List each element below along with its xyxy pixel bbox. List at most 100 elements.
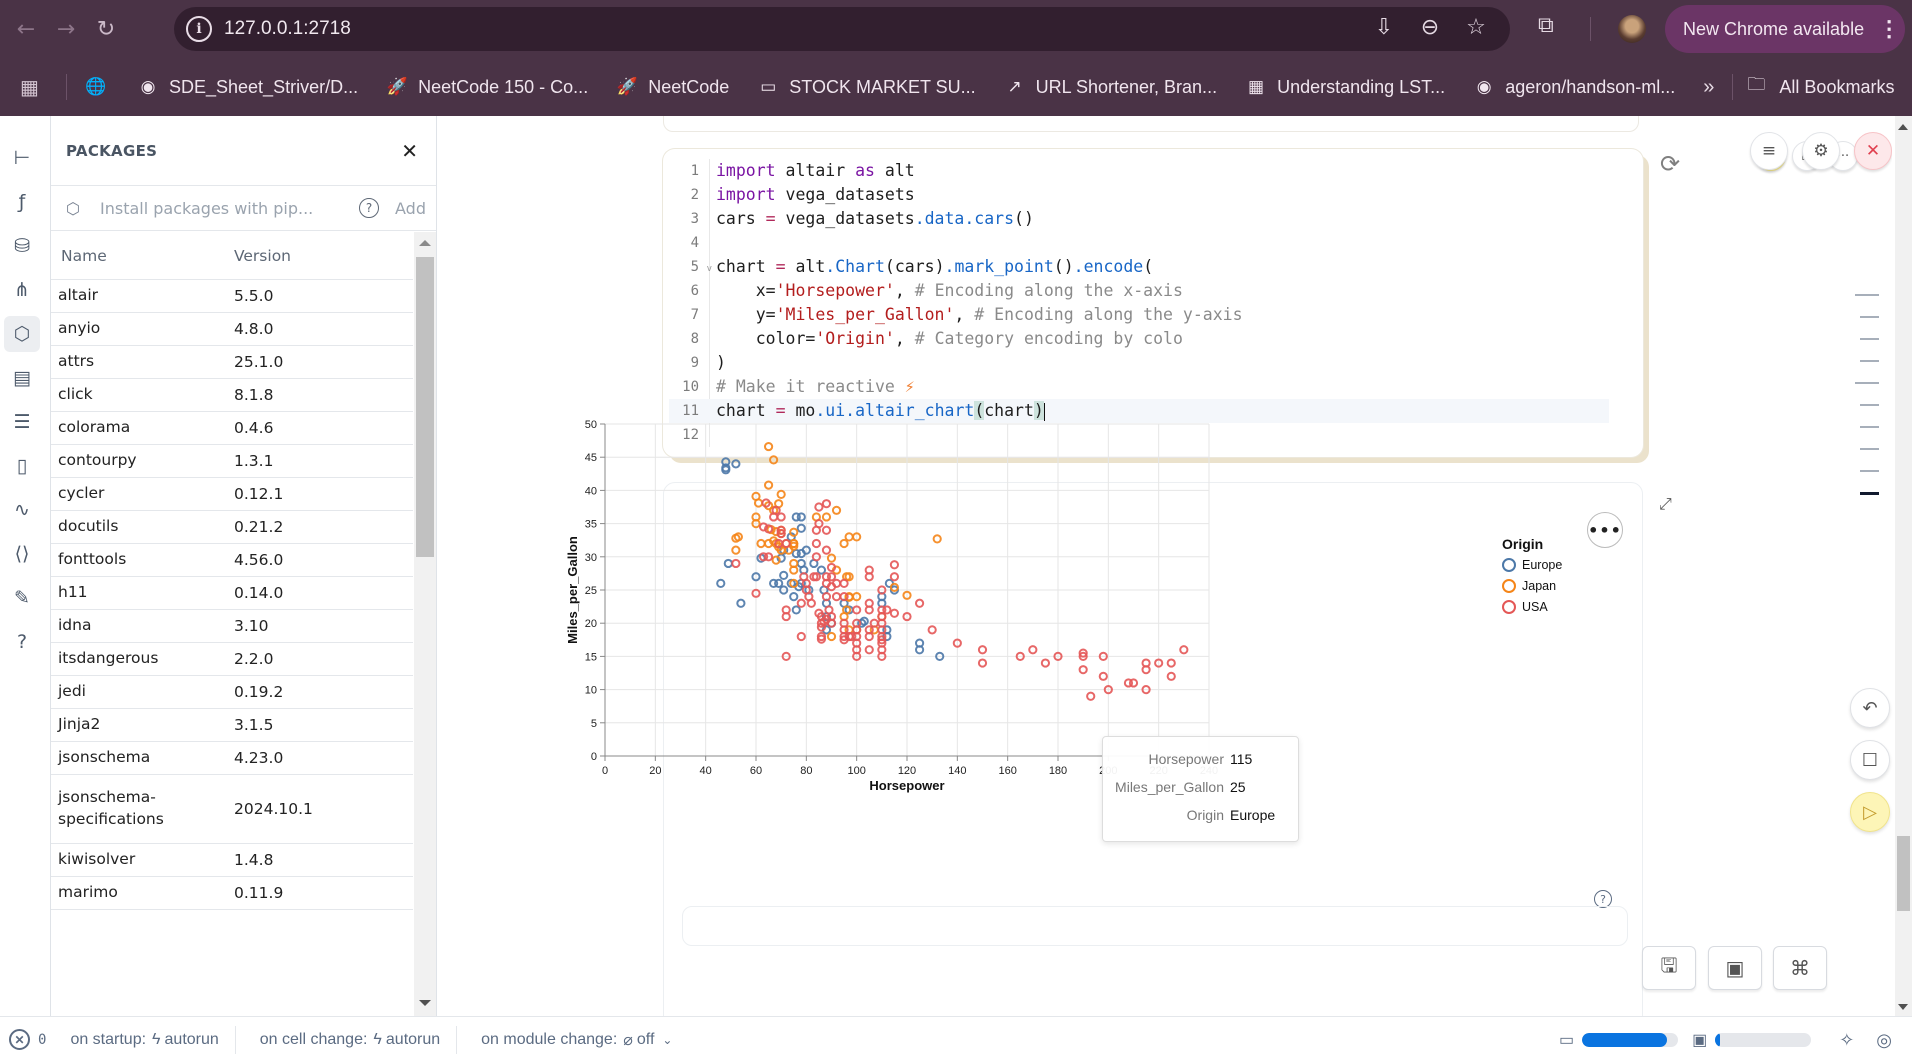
scroll-thumb[interactable]	[416, 257, 434, 557]
interrupt-button[interactable]: ☐	[1850, 740, 1890, 780]
data-point-usa[interactable]	[927, 625, 937, 635]
snippets-icon[interactable]: ⟨⟩	[4, 536, 40, 572]
data-point-japan[interactable]	[826, 631, 837, 642]
legend-item[interactable]: Europe	[1502, 554, 1562, 575]
data-point-europe[interactable]	[796, 512, 806, 522]
site-info-icon[interactable]: i	[186, 16, 212, 42]
data-point-usa[interactable]	[814, 502, 824, 512]
minimap-line[interactable]	[1860, 470, 1879, 472]
package-row[interactable]: contourpy 1.3.1	[51, 445, 413, 478]
data-point-europe[interactable]	[789, 592, 799, 602]
ai-sparkle-icon[interactable]: ✧	[1839, 1030, 1854, 1051]
package-row[interactable]: jsonschema 4.23.0	[51, 742, 413, 775]
data-point-usa[interactable]	[796, 598, 806, 608]
reload-button[interactable]: ↻	[86, 9, 126, 49]
minimap-line[interactable]	[1860, 316, 1879, 318]
data-point-usa[interactable]	[776, 512, 786, 522]
bookmark-item[interactable]: 🚀 NeetCode 150 - Co...	[386, 76, 589, 98]
activity-pulse-icon[interactable]: ∿	[4, 492, 40, 528]
package-row[interactable]: altair 5.5.0	[51, 280, 413, 313]
data-point-usa[interactable]	[977, 645, 988, 655]
all-bookmarks-button[interactable]: 🗀 All Bookmarks	[1747, 72, 1894, 102]
data-point-usa[interactable]	[731, 558, 741, 569]
data-point-usa[interactable]	[1179, 645, 1189, 655]
data-point-japan[interactable]	[844, 532, 854, 542]
address-bar[interactable]: i 127.0.0.1:2718 ⇩ ⊖ ☆	[174, 7, 1510, 51]
minimap-line[interactable]	[1860, 426, 1879, 428]
data-point-japan[interactable]	[731, 545, 741, 555]
data-point-usa[interactable]	[806, 598, 816, 608]
data-point-usa[interactable]	[882, 605, 892, 615]
url-text[interactable]: 127.0.0.1:2718	[224, 18, 351, 40]
data-point-usa[interactable]	[1166, 671, 1176, 681]
package-row[interactable]: docutils 0.21.2	[51, 511, 413, 544]
package-row[interactable]: h11 0.14.0	[51, 577, 413, 610]
menu-button[interactable]: ≡	[1750, 132, 1788, 170]
errors-indicator[interactable]: ✕ 0	[9, 1029, 46, 1050]
kebab-menu-icon[interactable]: ⋮	[1878, 16, 1900, 42]
next-cell[interactable]	[682, 906, 1628, 946]
bookmark-item[interactable]: ◉ SDE_Sheet_Striver/D...	[137, 76, 359, 98]
data-point-usa[interactable]	[864, 645, 874, 655]
data-point-europe[interactable]	[736, 598, 746, 608]
packages-scrollbar[interactable]	[414, 232, 436, 1016]
expand-output-icon[interactable]: ⤢	[1659, 494, 1672, 514]
shutdown-button[interactable]: ✕	[1854, 132, 1892, 170]
chart-actions-button[interactable]: •••	[1587, 512, 1623, 548]
package-row[interactable]: click 8.1.8	[51, 379, 413, 412]
column-header-version[interactable]: Version	[234, 247, 413, 265]
close-panel-icon[interactable]: ✕	[401, 139, 418, 163]
minimap-line[interactable]	[1860, 448, 1879, 450]
package-row[interactable]: fonttools 4.56.0	[51, 544, 413, 577]
settings-gear-icon[interactable]: ⚙	[1802, 132, 1840, 170]
bookmark-item[interactable]: 🚀 NeetCode	[616, 76, 730, 98]
data-point-usa[interactable]	[914, 598, 925, 608]
help-chat-icon[interactable]: ?	[4, 624, 40, 660]
data-point-europe[interactable]	[716, 578, 726, 588]
data-point-japan[interactable]	[932, 534, 942, 544]
scatter-chart[interactable]: 0204060801001201401601802002202400510152…	[437, 116, 1637, 1016]
data-point-japan[interactable]	[831, 505, 842, 515]
startup-setting[interactable]: on startup: ϟ autorun	[70, 1025, 236, 1054]
extensions-icon[interactable]: ⧉	[1538, 13, 1554, 38]
data-point-japan[interactable]	[821, 512, 832, 522]
run-all-button[interactable]: ▷	[1850, 792, 1890, 832]
data-point-europe[interactable]	[723, 558, 733, 569]
save-button[interactable]: 🖫	[1642, 946, 1696, 990]
minimap-line[interactable]	[1855, 294, 1879, 296]
scroll-up-arrow[interactable]	[419, 240, 431, 246]
minimap-line[interactable]	[1855, 382, 1879, 384]
package-row[interactable]: jsonschema-specifications 2024.10.1	[51, 775, 413, 844]
package-row[interactable]: idna 3.10	[51, 610, 413, 643]
file-tree-icon[interactable]: ⊢	[4, 140, 40, 176]
data-point-usa[interactable]	[821, 525, 832, 535]
data-point-usa[interactable]	[889, 572, 900, 582]
data-point-europe[interactable]	[816, 565, 827, 575]
help-icon[interactable]: ?	[359, 198, 380, 218]
package-row[interactable]: colorama 0.4.6	[51, 412, 413, 445]
bookmark-item[interactable]: ▦ Understanding LST...	[1245, 76, 1445, 98]
package-row[interactable]: marimo 0.11.9	[51, 877, 413, 910]
data-point-usa[interactable]	[1128, 678, 1139, 688]
cell-change-setting[interactable]: on cell change: ϟ autorun	[260, 1025, 458, 1054]
package-row[interactable]: itsdangerous 2.2.0	[51, 643, 413, 676]
data-point-japan[interactable]	[763, 441, 774, 452]
data-point-usa[interactable]	[781, 538, 791, 549]
data-point-usa[interactable]	[1028, 645, 1038, 655]
data-point-usa[interactable]	[821, 499, 832, 509]
data-point-usa[interactable]	[811, 538, 821, 549]
minimap-line[interactable]	[1860, 404, 1879, 406]
data-point-usa[interactable]	[796, 631, 806, 642]
undo-button[interactable]: ↶	[1850, 688, 1890, 728]
data-point-europe[interactable]	[791, 605, 801, 615]
database-icon[interactable]: ⛁	[4, 228, 40, 264]
minimap-line-active[interactable]	[1860, 492, 1879, 495]
data-point-usa[interactable]	[821, 545, 832, 555]
layout-button[interactable]: ▣	[1708, 946, 1762, 990]
package-row[interactable]: jedi 0.19.2	[51, 676, 413, 709]
data-point-europe[interactable]	[774, 578, 784, 588]
data-point-japan[interactable]	[756, 538, 766, 549]
data-point-usa[interactable]	[977, 658, 988, 668]
scroll-down-arrow[interactable]	[419, 1000, 431, 1006]
package-row[interactable]: Jinja2 3.1.5	[51, 709, 413, 742]
